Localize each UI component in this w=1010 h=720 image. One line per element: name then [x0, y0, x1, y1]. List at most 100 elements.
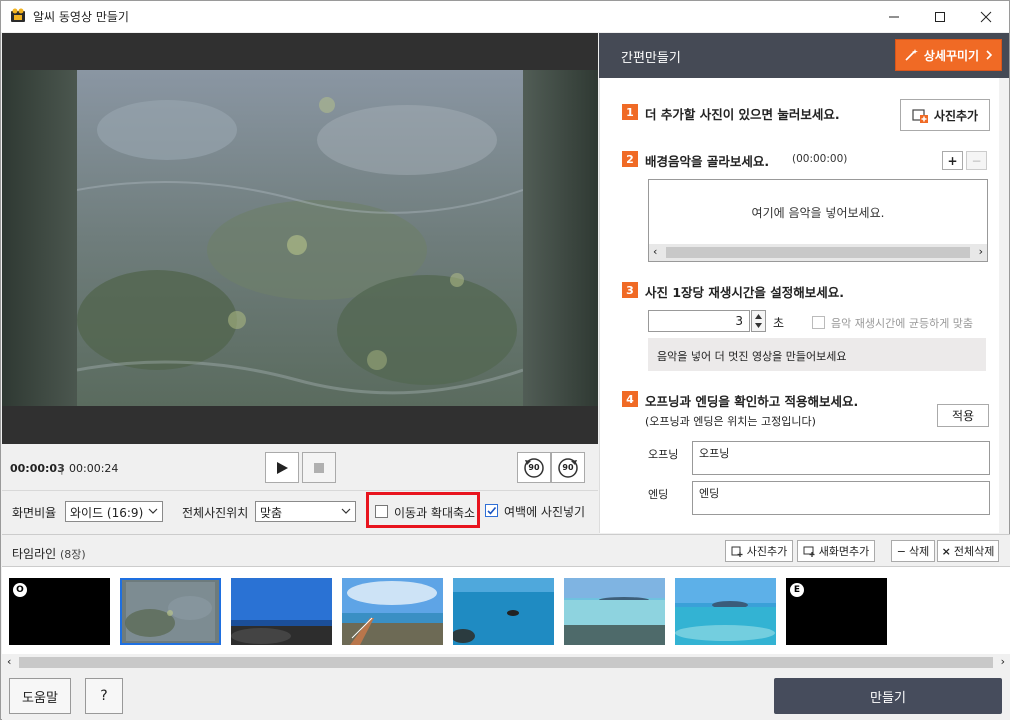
add-screen-button[interactable]: 새화면추가 — [797, 540, 875, 562]
opening-label: 오프닝 — [648, 448, 679, 461]
rotate-left-button[interactable]: 90 — [517, 452, 551, 483]
timeline-count: (8장) — [60, 548, 86, 561]
timeline-scroll-thumb[interactable] — [19, 657, 993, 668]
time-separator: | — [60, 462, 64, 475]
preview-area — [2, 33, 598, 444]
chevron-down-icon — [148, 508, 158, 514]
panel-scrollbar[interactable] — [999, 78, 1009, 533]
delete-button[interactable]: − 삭제 — [891, 540, 935, 562]
seconds-unit: 초 — [773, 316, 785, 330]
scroll-right-icon[interactable]: › — [979, 245, 983, 258]
player-controls: 00:00:03 | 00:00:24 90 90 — [2, 444, 598, 491]
pan-zoom-checkbox[interactable] — [375, 505, 388, 518]
timeline-add-photo-button[interactable]: 사진추가 — [725, 540, 793, 562]
ending-input[interactable]: 엔딩 — [692, 481, 990, 515]
maximize-button[interactable] — [917, 1, 963, 32]
add-screen-icon — [803, 546, 815, 557]
step4-text: 오프닝과 엔딩을 확인하고 적용해보세요. — [645, 394, 859, 409]
options-row: 화면비율 와이드 (16:9) 전체사진위치 맞춤 이동과 확대축소 여백에 사… — [2, 492, 598, 532]
step3-text: 사진 1장당 재생시간을 설정해보세요. — [645, 285, 845, 300]
preview-photo — [77, 70, 523, 406]
app-logo-icon — [11, 8, 25, 22]
chevron-down-icon — [341, 508, 351, 514]
detail-edit-button[interactable]: 상세꾸미기 — [895, 39, 1002, 71]
play-icon — [277, 461, 288, 474]
panel-add-photo-label: 사진추가 — [933, 108, 979, 123]
fill-margin-label: 여백에 사진넣기 — [504, 505, 586, 519]
seconds-spinner[interactable] — [751, 310, 766, 332]
add-photo-icon — [731, 546, 743, 557]
step2-number: 2 — [622, 151, 638, 167]
delete-all-label: 전체삭제 — [953, 545, 995, 558]
close-button[interactable] — [963, 1, 1009, 32]
delete-all-button[interactable]: × 전체삭제 — [937, 540, 999, 562]
minimize-button[interactable] — [871, 1, 917, 32]
apply-button[interactable]: 적용 — [937, 404, 989, 427]
current-time: 00:00:03 — [10, 462, 65, 475]
close-icon — [980, 11, 992, 22]
rotate-right-label: 90 — [562, 463, 574, 472]
music-scroll-thumb[interactable] — [666, 247, 970, 258]
thumb-boardwalk — [342, 578, 443, 645]
music-list[interactable]: 여기에 음악을 넣어보세요. ‹ › — [648, 179, 988, 262]
timeline-item-photo[interactable] — [564, 578, 665, 645]
opening-input[interactable]: 오프닝 — [692, 441, 990, 475]
minus-icon: − — [896, 544, 906, 558]
timeline-add-photo-label: 사진추가 — [746, 545, 788, 558]
timeline-scrollbar[interactable]: ‹ › — [2, 654, 1010, 671]
timeline-item-photo[interactable] — [342, 578, 443, 645]
music-scrollbar[interactable]: ‹ › — [649, 244, 987, 261]
play-button[interactable] — [265, 452, 299, 483]
step1-number: 1 — [622, 104, 638, 120]
timeline-item-ending[interactable]: E — [786, 578, 887, 645]
timeline-item-opening[interactable]: O — [9, 578, 110, 645]
help-button[interactable]: 도움말 — [9, 678, 71, 714]
app-window: 알씨 동영상 만들기 00:00:03 | 00:00:24 90 90 화면비… — [0, 0, 1010, 720]
position-value: 맞춤 — [260, 506, 283, 520]
step4-note: (오프닝과 엔딩은 위치는 고정입니다) — [645, 415, 816, 428]
scroll-left-icon[interactable]: ‹ — [7, 655, 11, 668]
stop-button[interactable] — [302, 452, 336, 483]
panel-body: 1 더 추가할 사진이 있으면 눌러보세요. 사진추가 2 배경음악을 골라보세… — [599, 78, 1009, 533]
rotate-right-button[interactable]: 90 — [551, 452, 585, 483]
footer: 도움말 ? 만들기 — [2, 671, 1010, 720]
stop-icon — [314, 462, 324, 473]
timeline-item-photo[interactable] — [675, 578, 776, 645]
position-label: 전체사진위치 — [182, 506, 249, 520]
step2-text: 배경음악을 골라보세요. — [645, 154, 770, 169]
scroll-left-icon[interactable]: ‹ — [653, 245, 657, 258]
title-bar: 알씨 동영상 만들기 — [1, 1, 1009, 32]
opening-badge: O — [13, 583, 27, 597]
scroll-right-icon[interactable]: › — [1001, 655, 1005, 668]
fit-music-label: 음악 재생시간에 균등하게 맞춤 — [831, 317, 974, 330]
detail-edit-label: 상세꾸미기 — [923, 48, 980, 63]
seconds-input[interactable]: 3 — [648, 310, 750, 332]
question-button[interactable]: ? — [85, 678, 123, 714]
add-screen-label: 새화면추가 — [818, 545, 870, 558]
preview-side-left — [2, 70, 77, 406]
make-button[interactable]: 만들기 — [774, 678, 1002, 714]
panel-add-photo-button[interactable]: 사진추가 — [900, 99, 990, 131]
fill-margin-checkbox[interactable] — [485, 504, 498, 517]
spinner-arrows-icon — [755, 314, 762, 328]
remove-music-button[interactable]: − — [966, 151, 987, 170]
timeline-strip: O E ‹ › — [2, 566, 1010, 671]
total-time: 00:00:24 — [69, 462, 119, 475]
fit-music-checkbox[interactable] — [812, 316, 825, 329]
music-hint: 음악을 넣어 더 멋진 영상을 만들어보세요 — [648, 338, 986, 371]
maximize-icon — [935, 11, 945, 22]
aspect-select[interactable]: 와이드 (16:9) — [65, 501, 163, 522]
rotate-left-label: 90 — [528, 463, 540, 472]
step1-text: 더 추가할 사진이 있으면 눌러보세요. — [645, 107, 840, 122]
timeline-item-photo[interactable] — [120, 578, 221, 645]
thumb-shallow-sea — [564, 578, 665, 645]
timeline-item-photo[interactable] — [231, 578, 332, 645]
timeline-header: 타임라인 (8장) 사진추가 새화면추가 − 삭제 × 전체삭제 — [2, 534, 1010, 566]
thumb-sea-rock — [453, 578, 554, 645]
delete-label: 삭제 — [908, 545, 930, 558]
timeline-item-photo[interactable] — [453, 578, 554, 645]
position-select[interactable]: 맞춤 — [255, 501, 356, 522]
ending-label: 엔딩 — [648, 488, 669, 501]
add-music-button[interactable]: + — [942, 151, 963, 170]
thumb-sea-island — [675, 578, 776, 645]
